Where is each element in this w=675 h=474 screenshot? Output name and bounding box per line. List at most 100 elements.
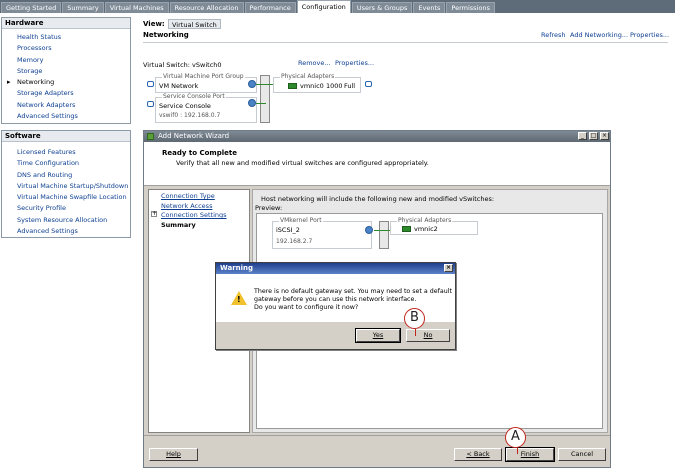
hardware-item-storage-adapters[interactable]: Storage Adapters bbox=[2, 88, 130, 99]
software-item-time-configuration[interactable]: Time Configuration bbox=[2, 158, 130, 169]
nav-summary: Summary bbox=[161, 221, 196, 229]
maximize-icon[interactable]: □ bbox=[589, 132, 598, 140]
tab-summary[interactable]: Summary bbox=[62, 2, 104, 13]
vmkernel-icon bbox=[365, 226, 373, 234]
speech-bubble-icon[interactable] bbox=[147, 81, 154, 87]
software-panel: Software Licensed Features Time Configur… bbox=[1, 130, 131, 238]
cancel-button[interactable]: Cancel bbox=[558, 448, 606, 461]
wizard-title: Add Network Wizard bbox=[158, 132, 230, 140]
vswitch-properties-link[interactable]: Properties... bbox=[335, 59, 374, 67]
speech-bubble-icon[interactable] bbox=[147, 101, 154, 107]
software-item-dns-routing[interactable]: DNS and Routing bbox=[2, 170, 130, 181]
warning-message: There is no default gateway set. You may… bbox=[254, 288, 452, 312]
preview-physical-adapters-label: Physical Adapters bbox=[397, 217, 453, 224]
vm-network-icon bbox=[248, 80, 256, 88]
warning-dialog: Warning × ! There is no default gateway … bbox=[215, 262, 456, 350]
tab-performance[interactable]: Performance bbox=[244, 2, 296, 13]
yes-button-label: Yes bbox=[372, 331, 384, 339]
minimize-icon[interactable]: _ bbox=[578, 132, 587, 140]
expand-icon[interactable]: + bbox=[151, 211, 157, 217]
networking-title: Networking bbox=[143, 31, 189, 39]
service-console-icon bbox=[248, 99, 256, 107]
physical-adapters-box: Physical Adapters vmnic0 1000 Full bbox=[273, 73, 361, 93]
wizard-footer-divider bbox=[144, 435, 610, 436]
hardware-item-storage[interactable]: Storage bbox=[2, 66, 130, 77]
preview-vswitch-bar bbox=[379, 221, 389, 249]
nic-icon bbox=[402, 226, 411, 232]
back-button[interactable]: < Back bbox=[454, 448, 502, 461]
vm-port-group-box: Virtual Machine Port Group VM Network bbox=[155, 73, 257, 93]
software-item-security-profile[interactable]: Security Profile bbox=[2, 203, 130, 214]
sc-link-line bbox=[256, 103, 266, 104]
preview-label: Preview: bbox=[255, 204, 283, 212]
wizard-heading: Ready to Complete bbox=[162, 149, 237, 157]
physical-adapters-label: Physical Adapters bbox=[280, 73, 336, 80]
nic-speed: 1000 bbox=[326, 82, 343, 90]
help-button[interactable]: Help bbox=[149, 448, 198, 461]
vmkernel-port-ip: 192.168.2.7 bbox=[276, 238, 313, 245]
software-item-vm-swapfile-location[interactable]: Virtual Machine Swapfile Location bbox=[2, 192, 130, 203]
service-console-box: Service Console Port Service Console vsw… bbox=[155, 93, 257, 123]
hardware-item-memory[interactable]: Memory bbox=[2, 55, 130, 66]
tab-strip: Getting Started Summary Virtual Machines… bbox=[0, 0, 675, 13]
close-icon[interactable]: × bbox=[444, 264, 453, 272]
nav-network-access[interactable]: Network Access bbox=[161, 202, 212, 210]
vmkernel-port-label: VMkernel Port bbox=[279, 217, 323, 224]
software-item-licensed-features[interactable]: Licensed Features bbox=[2, 147, 130, 158]
vm-network-name: VM Network bbox=[159, 82, 199, 90]
properties-link[interactable]: Properties... bbox=[630, 31, 669, 39]
warning-title: Warning bbox=[220, 264, 254, 272]
nic-duplex: Full bbox=[344, 82, 356, 90]
warning-message-line2: gateway before you can use this network … bbox=[254, 296, 417, 303]
hardware-panel: Hardware Health Status Processors Memory… bbox=[1, 17, 131, 124]
tab-users-groups[interactable]: Users & Groups bbox=[351, 2, 413, 13]
software-item-system-resource-allocation[interactable]: System Resource Allocation bbox=[2, 215, 130, 226]
tab-configuration[interactable]: Configuration bbox=[296, 0, 351, 13]
wizard-header: Ready to Complete Verify that all new an… bbox=[144, 142, 610, 186]
hardware-item-network-adapters[interactable]: Network Adapters bbox=[2, 100, 130, 111]
refresh-link[interactable]: Refresh bbox=[541, 31, 566, 39]
hardware-item-networking[interactable]: Networking bbox=[2, 77, 130, 89]
vm-port-group-label: Virtual Machine Port Group bbox=[162, 73, 245, 80]
callout-a: A bbox=[505, 427, 526, 448]
nic-name: vmnic0 bbox=[300, 82, 324, 90]
speech-bubble-icon[interactable] bbox=[365, 81, 372, 87]
wizard-info-text: Host networking will include the followi… bbox=[261, 195, 495, 203]
wizard-subheading: Verify that all new and modified virtual… bbox=[176, 159, 429, 167]
hardware-title: Hardware bbox=[2, 18, 130, 29]
tab-virtual-machines[interactable]: Virtual Machines bbox=[104, 2, 169, 13]
cancel-button-label: Cancel bbox=[570, 450, 594, 458]
vmkernel-port-name: iSCSI_2 bbox=[276, 226, 300, 234]
close-icon[interactable]: × bbox=[600, 132, 609, 140]
preview-nic-name: vmnic2 bbox=[414, 225, 438, 233]
tab-events[interactable]: Events bbox=[413, 2, 446, 13]
hardware-item-advanced-settings[interactable]: Advanced Settings bbox=[2, 111, 130, 122]
nav-connection-type[interactable]: Connection Type bbox=[161, 192, 215, 200]
remove-link[interactable]: Remove... bbox=[298, 59, 331, 67]
nic-icon bbox=[288, 83, 297, 89]
add-networking-link[interactable]: Add Networking... bbox=[570, 31, 628, 39]
nav-connection-settings[interactable]: Connection Settings bbox=[161, 211, 227, 219]
hardware-item-processors[interactable]: Processors bbox=[2, 43, 130, 54]
back-button-label: < Back bbox=[466, 450, 490, 458]
warning-exclamation-icon: ! bbox=[237, 295, 241, 304]
warning-message-line1: There is no default gateway set. You may… bbox=[254, 288, 452, 295]
callout-a-leader bbox=[517, 448, 519, 454]
callout-b: B bbox=[404, 308, 425, 329]
view-virtual-switch-button[interactable]: Virtual Switch bbox=[168, 19, 221, 29]
software-item-vm-startup-shutdown[interactable]: Virtual Machine Startup/Shutdown bbox=[2, 181, 130, 192]
service-console-name: Service Console bbox=[159, 102, 211, 110]
vswitch-label: Virtual Switch: vSwitch0 bbox=[143, 61, 222, 69]
view-label: View: bbox=[143, 20, 165, 28]
tab-permissions[interactable]: Permissions bbox=[446, 2, 495, 13]
tab-resource-allocation[interactable]: Resource Allocation bbox=[169, 2, 244, 13]
no-button[interactable]: No bbox=[406, 329, 450, 342]
software-item-advanced-settings[interactable]: Advanced Settings bbox=[2, 226, 130, 237]
vmkernel-port-box: VMkernel Port iSCSI_2 192.168.2.7 bbox=[272, 217, 372, 249]
no-button-label: No bbox=[423, 331, 433, 339]
yes-button[interactable]: Yes bbox=[355, 328, 401, 343]
finish-button[interactable]: Finish bbox=[505, 447, 555, 462]
tab-getting-started[interactable]: Getting Started bbox=[1, 2, 62, 13]
wizard-app-icon bbox=[147, 133, 154, 140]
hardware-item-health-status[interactable]: Health Status bbox=[2, 32, 130, 43]
